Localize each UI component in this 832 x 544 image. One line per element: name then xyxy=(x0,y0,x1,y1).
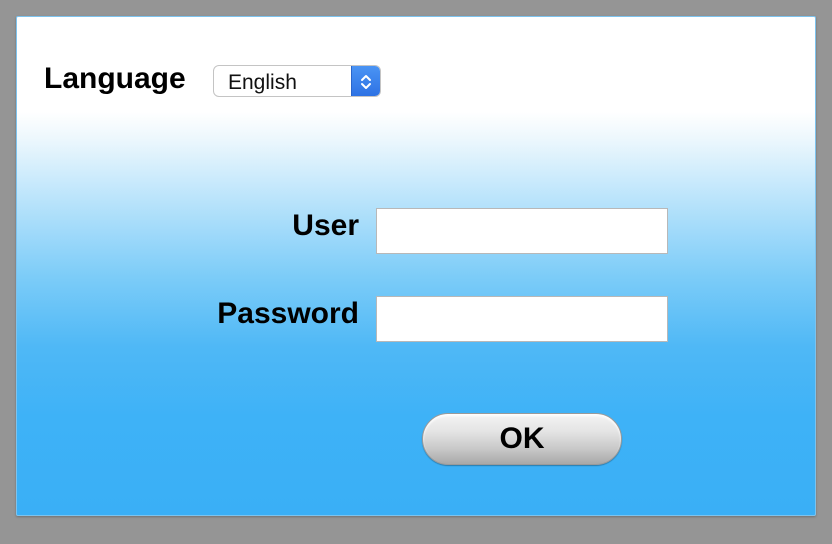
language-label: Language xyxy=(44,62,186,95)
ok-button[interactable]: OK xyxy=(422,413,622,465)
chevron-up-down-icon[interactable] xyxy=(351,66,380,96)
language-select[interactable]: English xyxy=(213,65,381,97)
user-input[interactable] xyxy=(376,208,668,254)
password-input[interactable] xyxy=(376,296,668,342)
login-panel: Language English User Password OK xyxy=(16,16,816,516)
password-label: Password xyxy=(217,297,359,330)
user-label: User xyxy=(292,209,359,242)
language-select-value: English xyxy=(228,71,297,94)
